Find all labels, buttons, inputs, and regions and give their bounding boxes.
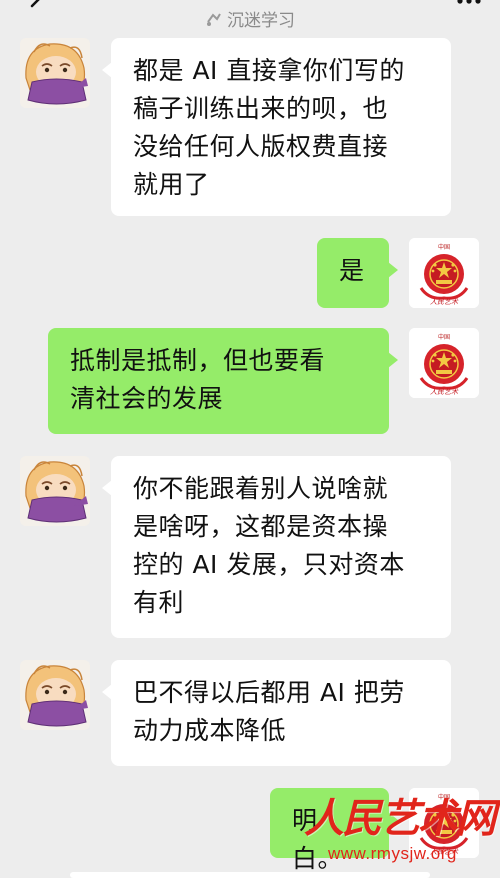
chat-subtitle: 沉迷学习 (0, 6, 500, 31)
cartoon-avatar-icon (20, 456, 90, 526)
message-line: 清社会的发展 (70, 384, 224, 413)
contact-avatar[interactable] (20, 660, 90, 730)
watermark-logo: 人民艺术网 (304, 795, 496, 842)
message-line: 控的 AI 发展，只对资本 (133, 550, 405, 579)
chat-header: 沉迷学习 (0, 0, 500, 38)
self-avatar[interactable] (409, 238, 479, 308)
contact-avatar[interactable] (20, 456, 90, 526)
national-emblem-icon (409, 328, 479, 398)
more-dots-icon[interactable] (456, 0, 482, 8)
watermark-url: www.rmysjw.org (328, 844, 457, 863)
message-bubble-incoming[interactable]: 都是 AI 直接拿你们写的 稿子训练出来的呗，也 没给任何人版权费直接 就用了 (102, 38, 451, 216)
message-line: 是啥呀，这都是资本操 (133, 512, 389, 541)
message-line: 就用了 (133, 170, 210, 199)
message-bubble-incoming[interactable]: 巴不得以后都用 AI 把劳 动力成本降低 (102, 660, 451, 766)
message-line: 是 (339, 256, 365, 285)
cartoon-avatar-icon (20, 38, 90, 108)
message-line: 有利 (133, 588, 185, 617)
message-line: 抵制是抵制，但也要看 (70, 346, 326, 375)
message-line: 都是 AI 直接拿你们写的 (133, 56, 405, 85)
mute-icon (207, 13, 221, 26)
home-indicator (70, 872, 430, 878)
national-emblem-icon (409, 238, 479, 308)
self-avatar[interactable] (409, 328, 479, 398)
message-line: 巴不得以后都用 AI 把劳 (133, 678, 405, 707)
message-bubble-incoming[interactable]: 你不能跟着别人说啥就 是啥呀，这都是资本操 控的 AI 发展，只对资本 有利 (102, 456, 451, 638)
message-line: 动力成本降低 (133, 716, 287, 745)
site-watermark: 人民艺术网 www.rmysjw.org (300, 778, 500, 878)
cartoon-avatar-icon (20, 660, 90, 730)
message-line: 你不能跟着别人说啥就 (133, 474, 389, 503)
subtitle-text: 沉迷学习 (227, 11, 295, 31)
message-bubble-outgoing[interactable]: 抵制是抵制，但也要看 清社会的发展 (48, 328, 398, 434)
message-line: 稿子训练出来的呗，也 (133, 94, 389, 123)
message-line: 没给任何人版权费直接 (133, 132, 389, 161)
message-bubble-outgoing[interactable]: 是 (317, 238, 398, 308)
contact-avatar[interactable] (20, 38, 90, 108)
